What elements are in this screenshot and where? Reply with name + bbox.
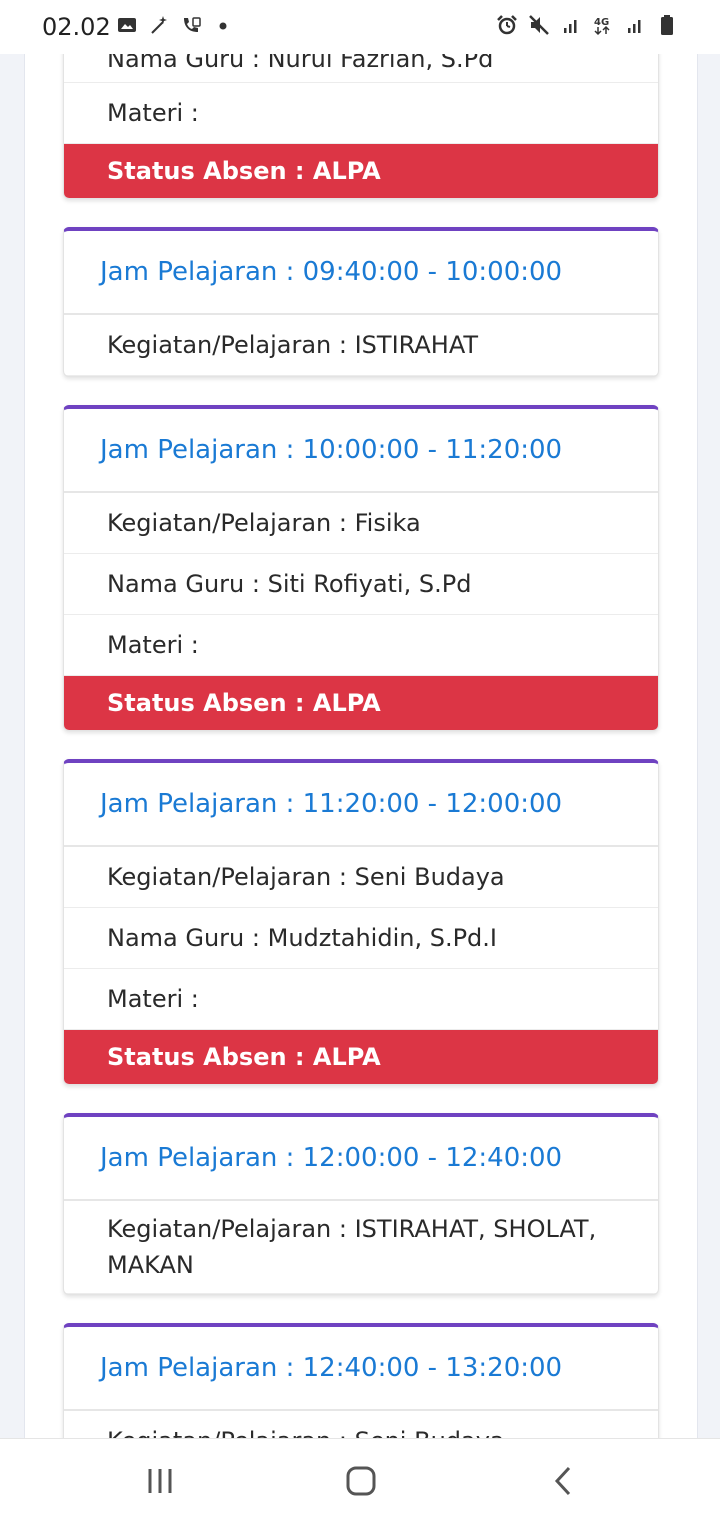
- lesson-time-header: Jam Pelajaran : 09:40:00 - 10:00:00: [64, 231, 658, 315]
- battery-icon: [656, 14, 678, 36]
- alarm-icon: [496, 14, 518, 36]
- mute-icon: [528, 14, 550, 36]
- back-button[interactable]: [545, 1463, 585, 1499]
- signal-icon-2: [624, 14, 646, 36]
- network-label: 4G: [594, 17, 609, 28]
- recent-apps-icon: [148, 1469, 172, 1493]
- teacher-row: Nama Guru : Nurul Fazriah, S.Pd: [64, 54, 658, 83]
- material-row: Materi :: [64, 969, 658, 1030]
- schedule-card: Jam Pelajaran : 11:20:00 - 12:00:00 Kegi…: [63, 759, 659, 1085]
- schedule-card: Jam Pelajaran : 12:40:00 - 13:20:00 Kegi…: [63, 1323, 659, 1438]
- navigation-bar: [0, 1438, 720, 1521]
- attendance-status: Status Absen : ALPA: [64, 144, 658, 198]
- schedule-card: Nama Guru : Nurul Fazriah, S.Pd Materi :…: [63, 54, 659, 199]
- material-row: Materi :: [64, 83, 658, 144]
- home-button[interactable]: [341, 1463, 381, 1499]
- material-row: Materi :: [64, 615, 658, 676]
- teacher-row: Nama Guru : Siti Rofiyati, S.Pd: [64, 554, 658, 615]
- activity-row: Kegiatan/Pelajaran : Seni Budaya: [64, 1411, 658, 1438]
- status-bar: 02.02 4G: [0, 0, 720, 54]
- call-forward-icon: [180, 14, 202, 36]
- lesson-time-header: Jam Pelajaran : 12:40:00 - 13:20:00: [64, 1327, 658, 1411]
- teacher-row: Nama Guru : Mudztahidin, S.Pd.I: [64, 908, 658, 969]
- activity-row: Kegiatan/Pelajaran : Seni Budaya: [64, 847, 658, 908]
- network-4g-icon: 4G: [592, 14, 614, 36]
- attendance-status: Status Absen : ALPA: [64, 676, 658, 730]
- schedule-card: Jam Pelajaran : 12:00:00 - 12:40:00 Kegi…: [63, 1113, 659, 1295]
- system-icons: 4G: [496, 14, 678, 36]
- recent-apps-button[interactable]: [140, 1463, 180, 1499]
- notification-icons: [116, 14, 234, 36]
- activity-row: Kegiatan/Pelajaran : Fisika: [64, 493, 658, 554]
- status-time: 02.02: [42, 13, 111, 41]
- dot-icon: [212, 14, 234, 36]
- home-icon: [346, 1466, 376, 1496]
- schedule-card: Jam Pelajaran : 10:00:00 - 11:20:00 Kegi…: [63, 405, 659, 731]
- back-icon: [554, 1466, 571, 1496]
- lesson-time-header: Jam Pelajaran : 10:00:00 - 11:20:00: [64, 409, 658, 493]
- lesson-time-header: Jam Pelajaran : 12:00:00 - 12:40:00: [64, 1117, 658, 1201]
- magic-wand-icon: [148, 14, 170, 36]
- attendance-status: Status Absen : ALPA: [64, 1030, 658, 1084]
- activity-row: Kegiatan/Pelajaran : ISTIRAHAT: [64, 315, 658, 376]
- image-icon: [116, 14, 138, 36]
- schedule-viewport[interactable]: Nama Guru : Nurul Fazriah, S.Pd Materi :…: [24, 54, 698, 1438]
- lesson-time-header: Jam Pelajaran : 11:20:00 - 12:00:00: [64, 763, 658, 847]
- schedule-list: Nama Guru : Nurul Fazriah, S.Pd Materi :…: [63, 54, 659, 1438]
- schedule-card: Jam Pelajaran : 09:40:00 - 10:00:00 Kegi…: [63, 227, 659, 377]
- activity-row: Kegiatan/Pelajaran : ISTIRAHAT, SHOLAT, …: [64, 1201, 658, 1294]
- signal-icon: [560, 14, 582, 36]
